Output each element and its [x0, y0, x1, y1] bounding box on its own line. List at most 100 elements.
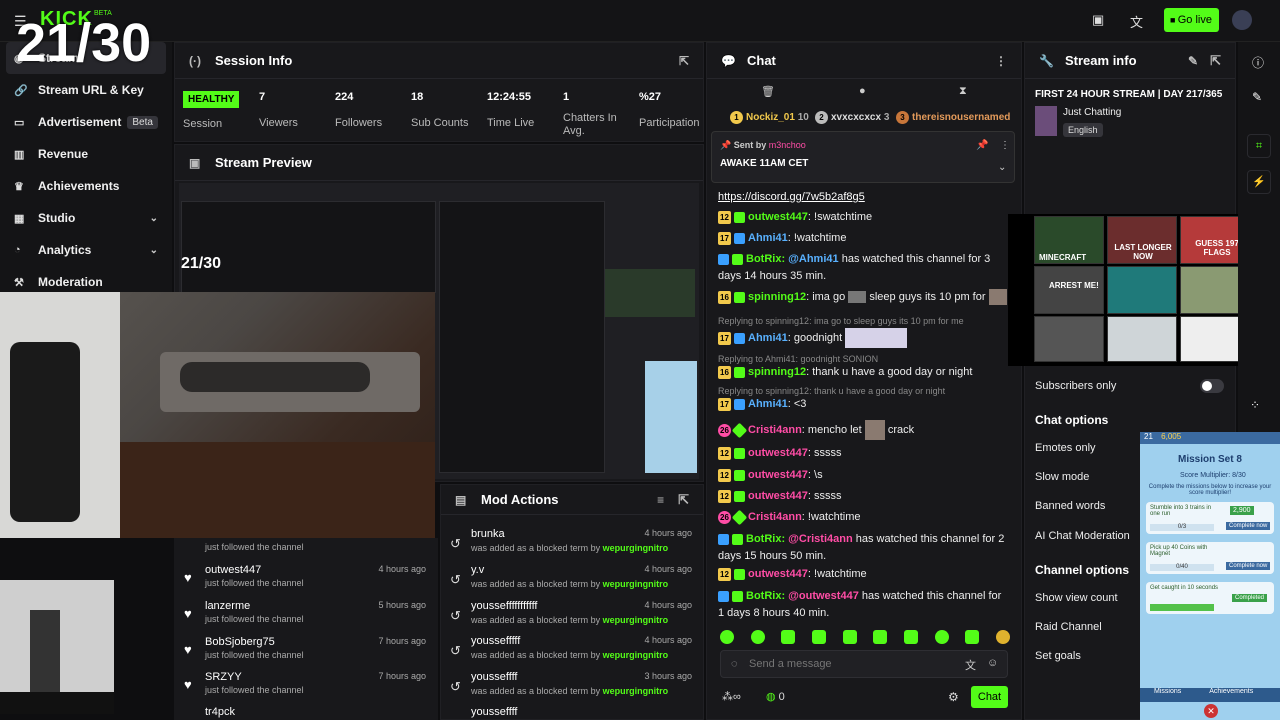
sidebar-item-revenue[interactable]: ▥ Revenue	[0, 138, 172, 170]
undo-icon[interactable]: ↺	[450, 608, 461, 624]
filter-icon[interactable]: ≡	[657, 493, 664, 507]
emote-icon[interactable]	[811, 630, 826, 644]
sidebar-item-advertisement[interactable]: ▭ Advertisement Beta	[0, 106, 172, 138]
tab-missions[interactable]: Missions	[1154, 688, 1181, 695]
category-name[interactable]: Just Chatting	[1063, 107, 1121, 118]
emote-icon[interactable]	[781, 630, 796, 644]
popout-icon[interactable]: ⇱	[678, 492, 689, 508]
chat-input[interactable]	[749, 655, 949, 673]
pinned-message[interactable]: 📌 Sent by m3nchoo AWAKE 11AM CET 📌 ⋮ ⌄	[711, 131, 1015, 183]
send-chat-button[interactable]: Chat	[971, 686, 1008, 708]
chat-bubble-icon[interactable]: ●	[859, 85, 866, 97]
username[interactable]: Cristi4ann	[748, 424, 802, 436]
go-live-button[interactable]: ■ Go live	[1164, 8, 1219, 32]
trash-icon[interactable]: 🗑	[761, 85, 775, 98]
username[interactable]: spinning12	[748, 366, 806, 378]
username[interactable]: Ahmi41	[748, 398, 788, 410]
info-icon[interactable]: ⓘ	[1252, 54, 1264, 71]
top-chatter-3[interactable]: 3 thereisnousernamedä	[896, 111, 1010, 124]
username[interactable]: BotRix:	[746, 590, 785, 602]
follower-name[interactable]: lanzerme	[205, 600, 250, 612]
username[interactable]: outwest447	[748, 469, 808, 481]
complete-now-button[interactable]: Complete now	[1226, 562, 1271, 570]
category-thumbnail[interactable]	[1035, 106, 1057, 136]
unpin-icon[interactable]: 📌	[976, 140, 988, 151]
emote-icon[interactable]	[995, 630, 1010, 644]
moderator-name[interactable]: wepurgingnitro	[603, 650, 669, 660]
tab-achievements[interactable]: Achievements	[1209, 688, 1253, 695]
avatar[interactable]	[1232, 10, 1252, 30]
users-icon[interactable]: ⁂∞	[722, 690, 741, 703]
follow-status: just followed the channel	[205, 614, 304, 624]
pencil-icon[interactable]: ✎	[1252, 90, 1262, 104]
sidebar-item-analytics[interactable]: ◔ Analytics ⌄	[0, 234, 172, 266]
follower-name[interactable]: BobSjoberg75	[205, 636, 275, 648]
username[interactable]: BotRix:	[746, 253, 785, 265]
follower-name[interactable]: SRZYY	[205, 671, 242, 683]
slow-mode-option[interactable]: Slow mode	[1035, 471, 1089, 483]
mention[interactable]: @Ahmi41	[788, 253, 838, 265]
mention[interactable]: @Cristi4ann	[788, 533, 853, 545]
banned-words-option[interactable]: Banned words	[1035, 500, 1105, 512]
undo-icon[interactable]: ↺	[450, 536, 461, 552]
translate-icon[interactable]: 文	[1130, 12, 1143, 31]
username[interactable]: outwest447	[748, 490, 808, 502]
emote-icon[interactable]	[842, 630, 857, 644]
sidebar-item-studio[interactable]: ▦ Studio ⌄	[0, 202, 172, 234]
emote-icon[interactable]	[965, 630, 980, 644]
moderator-name[interactable]: wepurgingnitro	[603, 579, 669, 589]
username[interactable]: outwest447	[748, 568, 808, 580]
emotes-only-option[interactable]: Emotes only	[1035, 442, 1096, 454]
more-options-icon[interactable]: ⋮	[1000, 140, 1010, 151]
moderator-name[interactable]: wepurgingnitro	[603, 615, 669, 625]
complete-now-button[interactable]: Complete now	[1226, 522, 1271, 530]
set-goals-option[interactable]: Set goals	[1035, 650, 1081, 662]
undo-icon[interactable]: ↺	[450, 572, 461, 588]
gear-icon[interactable]: ⚙	[948, 690, 959, 704]
top-chatter-1[interactable]: 1 Nockiz_01 10	[730, 111, 809, 124]
username[interactable]: spinning12	[748, 291, 806, 303]
moderator-name[interactable]: wepurgingnitro	[603, 543, 669, 553]
username[interactable]: outwest447	[748, 447, 808, 459]
mention[interactable]: @outwest447	[788, 590, 859, 602]
chevron-down-icon[interactable]: ⌄	[998, 162, 1006, 173]
users-icon[interactable]: ⁘	[1250, 398, 1260, 412]
username[interactable]: Ahmi41	[748, 232, 788, 244]
subscribers-only-toggle[interactable]	[1200, 379, 1224, 393]
emote-icon[interactable]	[903, 630, 918, 644]
chat-input-box[interactable]: ◌ 文 ☺	[720, 650, 1008, 678]
follower-name[interactable]: tr4pck	[205, 706, 235, 718]
hourglass-icon[interactable]: ⧗	[959, 85, 967, 98]
username[interactable]: Cristi4ann	[748, 511, 802, 523]
moderator-name[interactable]: wepurgingnitro	[603, 686, 669, 696]
emote-icon[interactable]	[873, 630, 888, 644]
lightning-icon[interactable]: ⚡	[1247, 170, 1271, 194]
scan-icon[interactable]: ⌗	[1247, 134, 1271, 158]
emote-icon[interactable]	[934, 630, 949, 644]
studio-icon[interactable]: ▣	[1092, 12, 1104, 28]
username[interactable]: outwest447	[748, 211, 808, 223]
bot-badge-icon	[718, 533, 729, 545]
emote-icon[interactable]	[750, 630, 765, 644]
raid-channel-option[interactable]: Raid Channel	[1035, 621, 1102, 633]
emoji-icon[interactable]: ☺	[987, 657, 998, 669]
popout-icon[interactable]: ⇱	[679, 54, 689, 68]
translate-icon[interactable]: 文	[965, 657, 976, 673]
more-options-icon[interactable]: ⋮	[995, 54, 1007, 68]
show-view-count-option[interactable]: Show view count	[1035, 592, 1118, 604]
emote-icon[interactable]	[720, 630, 734, 644]
chat-message: 12 outwest447: !watchtime	[718, 566, 1010, 583]
ai-moderation-option[interactable]: AI Chat Moderation	[1035, 530, 1130, 542]
close-icon[interactable]: ✕	[1204, 704, 1218, 718]
top-chatter-2[interactable]: 2 xvxcxcxcx 3	[815, 111, 889, 124]
follower-name[interactable]: outwest447	[205, 564, 261, 576]
undo-icon[interactable]: ↺	[450, 679, 461, 695]
chat-link[interactable]: https://discord.gg/7w5b2af8g5	[718, 189, 1010, 206]
undo-icon[interactable]: ↺	[450, 643, 461, 659]
edit-icon[interactable]: ✎	[1188, 54, 1198, 68]
sidebar-item-achievements[interactable]: ♛ Achievements	[0, 170, 172, 202]
username[interactable]: Ahmi41	[748, 332, 788, 344]
sidebar-item-stream-url[interactable]: 🔗 Stream URL & Key	[0, 74, 172, 106]
username[interactable]: BotRix:	[746, 533, 785, 545]
popout-icon[interactable]: ⇱	[1210, 53, 1221, 69]
